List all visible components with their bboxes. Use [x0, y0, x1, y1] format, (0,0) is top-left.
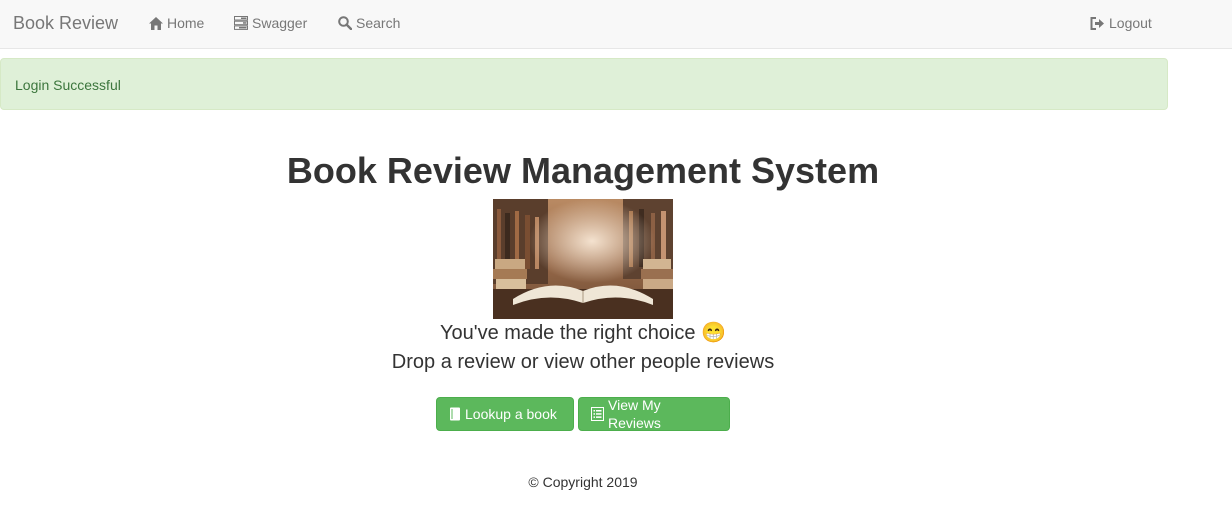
- tagline-primary: You've made the right choice 😁: [440, 322, 726, 344]
- nav-logout[interactable]: Logout: [1090, 14, 1152, 32]
- nav-swagger-label: Swagger: [252, 15, 308, 31]
- book-icon: [449, 407, 465, 421]
- hero-image: [493, 199, 673, 319]
- nav-logout-label: Logout: [1109, 15, 1152, 31]
- page-title: Book Review Management System: [286, 150, 880, 191]
- view-reviews-label: View My Reviews: [608, 397, 661, 431]
- list-icon: [591, 407, 608, 421]
- nav-home-label: Home: [167, 15, 205, 31]
- alert-message: Login Successful: [15, 77, 121, 93]
- nav-swagger[interactable]: Swagger: [234, 14, 307, 32]
- nav-search[interactable]: Search: [338, 14, 400, 32]
- nav-search-label: Search: [356, 15, 401, 31]
- footer-copyright: © Copyright 2019: [528, 474, 638, 490]
- search-icon: [338, 16, 356, 30]
- lookup-book-label: Lookup a book: [465, 406, 557, 422]
- success-alert: Login Successful: [0, 58, 1168, 110]
- logout-icon: [1090, 16, 1109, 30]
- home-icon: [149, 16, 167, 30]
- lookup-book-button[interactable]: Lookup a book: [436, 397, 574, 431]
- tagline-secondary: Drop a review or view other people revie…: [391, 351, 775, 373]
- nav-home[interactable]: Home: [149, 14, 204, 32]
- navbar: Book Review Home Swagger Search Logout: [0, 0, 1232, 49]
- navbar-brand[interactable]: Book Review: [13, 12, 118, 34]
- view-reviews-button[interactable]: View My Reviews: [578, 397, 730, 431]
- tasks-icon: [234, 16, 252, 30]
